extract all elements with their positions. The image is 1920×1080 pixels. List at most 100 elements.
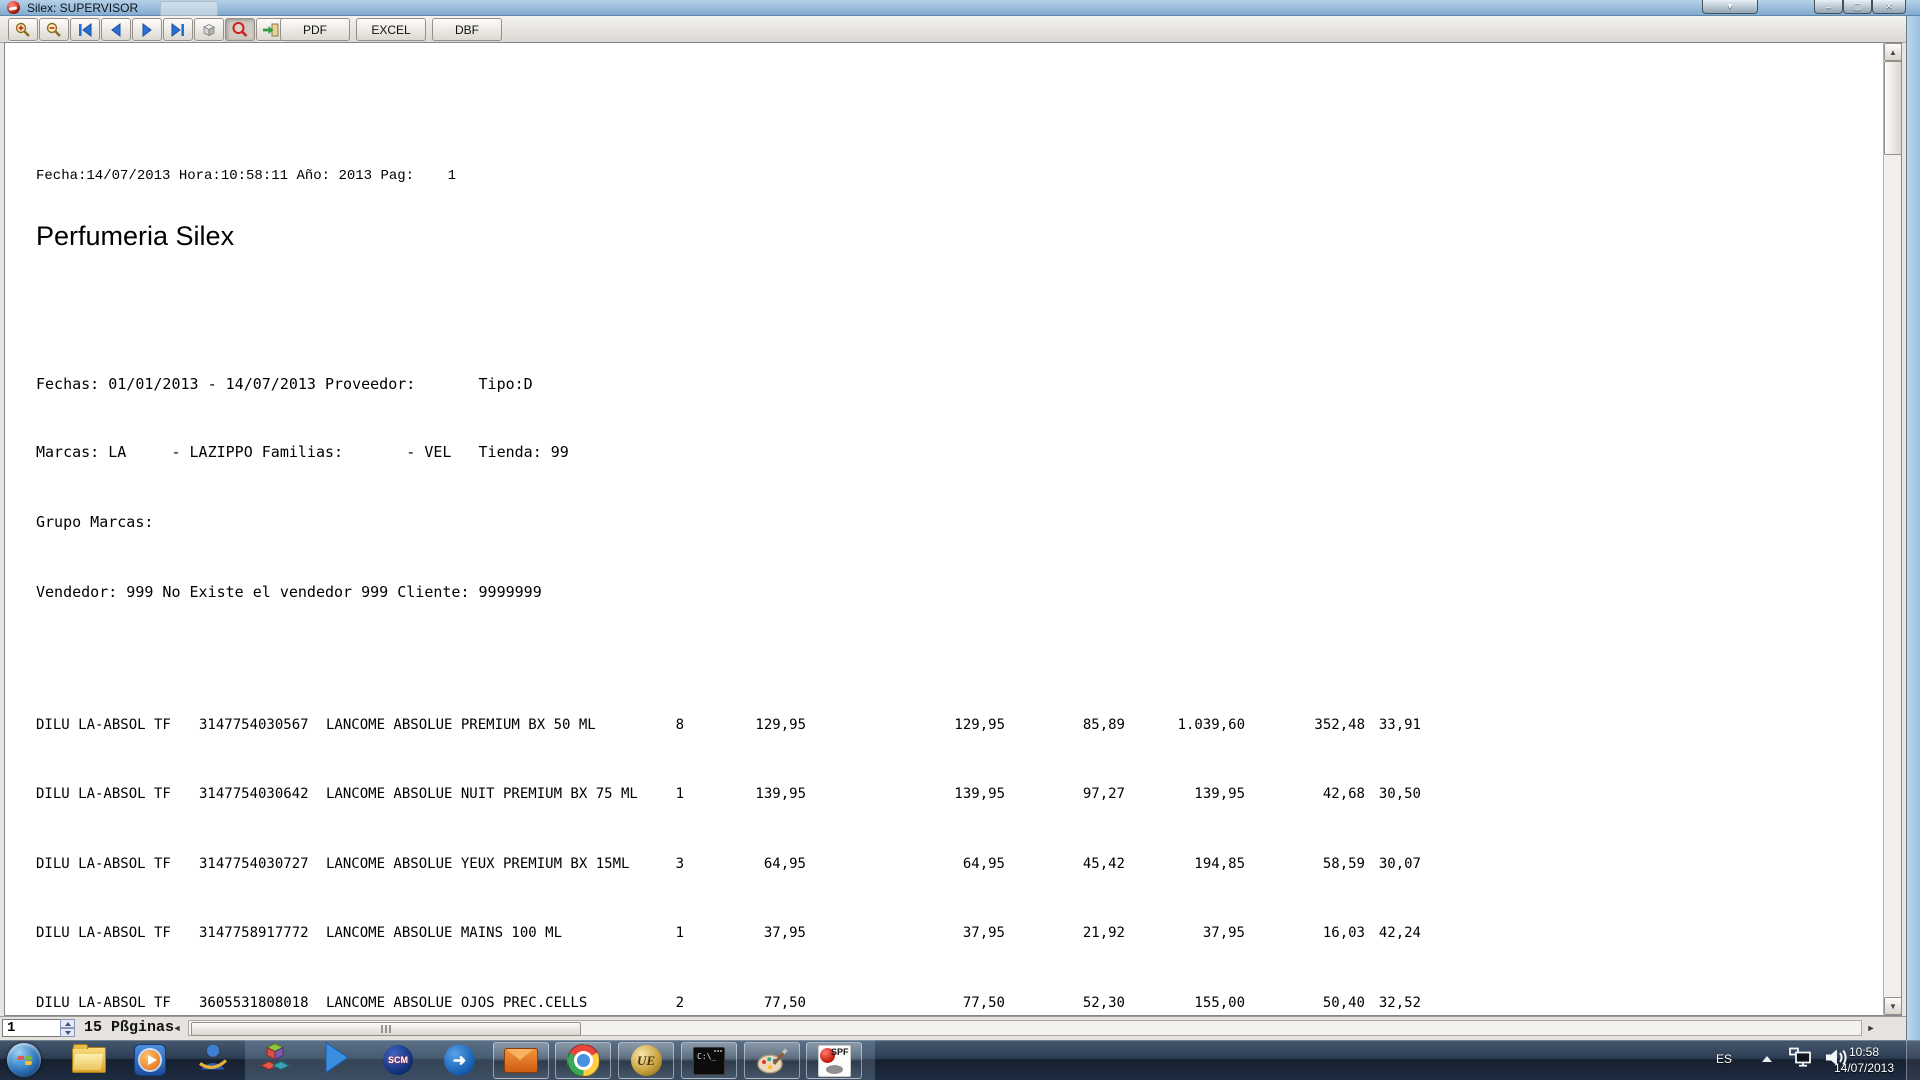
cell-brand: DILU LA-ABSOL TF xyxy=(36,786,171,802)
cubes-app-icon[interactable] xyxy=(259,1042,291,1079)
app-icon xyxy=(7,1,20,14)
paint-palette-icon xyxy=(757,1047,788,1074)
show-desktop-button[interactable] xyxy=(1906,1040,1920,1080)
horizontal-scrollbar[interactable] xyxy=(188,1020,1862,1036)
table-row: DILU LA-ABSOL TF 3147754030567 LANCOME A… xyxy=(5,717,1901,735)
command-prompt-button[interactable]: C:\_ xyxy=(681,1042,737,1079)
page-down-button[interactable] xyxy=(60,1028,75,1037)
media-player-icon[interactable] xyxy=(134,1044,166,1076)
show-hidden-icons-button[interactable] xyxy=(1760,1051,1774,1069)
cell-qty: 1 xyxy=(675,786,684,802)
zoom-in-button[interactable] xyxy=(8,18,38,41)
search-button[interactable] xyxy=(225,18,255,41)
minimize-button[interactable]: – xyxy=(1814,0,1843,14)
cube-icon xyxy=(203,23,215,36)
window-title: Silex: SUPERVISOR xyxy=(27,1,139,15)
scm-app-icon[interactable]: SCM xyxy=(383,1045,413,1075)
tray-date: 14/07/2013 xyxy=(1833,1061,1895,1075)
cell-brand: DILU LA-ABSOL TF xyxy=(36,856,171,872)
table-row: DILU LA-ABSOL TF 3147754030642 LANCOME A… xyxy=(5,786,1901,804)
ultraedit-button[interactable]: UE xyxy=(618,1042,674,1079)
first-page-button[interactable] xyxy=(70,18,100,41)
previous-page-button[interactable] xyxy=(101,18,131,41)
cell-ean: 3147754030727 xyxy=(199,856,309,872)
spf-app-button[interactable]: SPF xyxy=(806,1042,862,1079)
horizontal-scroll-thumb[interactable] xyxy=(191,1022,581,1036)
arrow-circle-icon: ➜ xyxy=(444,1044,475,1076)
zoom-in-icon xyxy=(15,22,30,37)
previous-page-icon xyxy=(111,22,121,37)
play-circle-icon xyxy=(134,1044,166,1076)
titlebar-artifact xyxy=(160,1,218,16)
ultraedit-icon: UE xyxy=(630,1045,662,1076)
print-button[interactable] xyxy=(194,18,224,41)
chrome-icon xyxy=(566,1044,600,1077)
next-page-button[interactable] xyxy=(132,18,162,41)
cell-pct: 42,24 xyxy=(1378,925,1421,941)
mail-app-button[interactable] xyxy=(493,1042,549,1079)
media-play-app-icon[interactable] xyxy=(322,1041,352,1080)
scm-sphere-icon: SCM xyxy=(383,1045,413,1075)
spf-label: SPF xyxy=(830,1046,849,1057)
last-page-button[interactable] xyxy=(163,18,193,41)
vertical-scrollbar[interactable]: ▲ ▼ xyxy=(1883,43,1902,1015)
cell-pvp2: 64,95 xyxy=(962,856,1005,872)
cell-brand: DILU LA-ABSOL TF xyxy=(36,925,171,941)
navigator-app-icon[interactable]: ➜ xyxy=(444,1044,475,1076)
hscroll-left-button[interactable]: ◄ xyxy=(170,1021,184,1035)
start-button[interactable] xyxy=(7,1043,41,1077)
dropdown-button[interactable]: ▾ xyxy=(1702,0,1758,14)
scroll-up-button[interactable]: ▲ xyxy=(1884,43,1902,61)
paint-button[interactable] xyxy=(744,1042,800,1079)
spinner-up-icon xyxy=(64,1021,71,1026)
cell-pvp: 64,95 xyxy=(763,856,806,872)
cell-total: 37,95 xyxy=(1202,925,1245,941)
report-filter-group: Grupo Marcas: xyxy=(36,513,154,531)
cell-pct: 30,50 xyxy=(1378,786,1421,802)
cell-pct: 33,91 xyxy=(1378,717,1421,733)
pages-count-label: 15 Pßginas xyxy=(84,1019,175,1036)
close-button[interactable]: ✕ xyxy=(1872,0,1906,14)
chrome-button[interactable] xyxy=(555,1042,611,1079)
pdf-button-label: PDF xyxy=(303,22,327,37)
scroll-grip-icon xyxy=(380,1025,392,1033)
app-window: PDF EXCEL DBF Fecha:14/07/2013 Hora:10:5… xyxy=(0,16,1907,1040)
language-indicator[interactable]: ES xyxy=(1716,1052,1732,1066)
cell-pvp: 37,95 xyxy=(763,925,806,941)
vertical-scroll-thumb[interactable] xyxy=(1884,61,1902,155)
page-up-button[interactable] xyxy=(60,1019,75,1028)
cell-pvp: 139,95 xyxy=(755,786,806,802)
tray-time: 10:58 xyxy=(1848,1045,1880,1059)
minimize-icon: – xyxy=(1825,1,1831,12)
cell-qty: 2 xyxy=(675,995,684,1011)
screen: Silex: SUPERVISOR ▾ – ▢ ✕ PDF EXCEL DBF … xyxy=(0,0,1920,1080)
titlebar: Silex: SUPERVISOR ▾ – ▢ ✕ xyxy=(0,0,1920,16)
excel-button[interactable]: EXCEL xyxy=(356,18,426,41)
cubes-icon xyxy=(259,1042,291,1071)
tray-clock[interactable]: 10:58 14/07/2013 xyxy=(1826,1044,1902,1076)
dbf-button[interactable]: DBF xyxy=(432,18,502,41)
report-title: Perfumeria Silex xyxy=(36,221,235,251)
page-number-input[interactable]: 1 xyxy=(2,1019,62,1037)
cell-ean: 3147754030642 xyxy=(199,786,309,802)
report-meta-line: Fecha:14/07/2013 Hora:10:58:11 Año: 2013… xyxy=(36,168,457,184)
cell-brand: DILU LA-ABSOL TF xyxy=(36,717,171,733)
hscroll-right-button[interactable]: ► xyxy=(1864,1021,1878,1035)
zoom-out-button[interactable] xyxy=(39,18,69,41)
scroll-down-button[interactable]: ▼ xyxy=(1884,997,1902,1015)
first-page-icon xyxy=(79,22,92,37)
cell-pvp2: 139,95 xyxy=(954,786,1005,802)
windows-flag-icon xyxy=(16,1055,32,1065)
messenger-icon[interactable] xyxy=(196,1042,230,1079)
maximize-icon: ▢ xyxy=(1853,1,1862,11)
scrollbar-corner xyxy=(1888,1018,1906,1038)
windows-explorer-icon[interactable] xyxy=(72,1044,106,1073)
terminal-icon: C:\_ xyxy=(693,1046,725,1075)
network-tray-icon[interactable] xyxy=(1788,1047,1814,1074)
pdf-button[interactable]: PDF xyxy=(280,18,350,41)
cell-ean: 3605531808018 xyxy=(199,995,309,1011)
maximize-button[interactable]: ▢ xyxy=(1843,0,1872,14)
excel-button-label: EXCEL xyxy=(371,22,411,37)
close-icon: ✕ xyxy=(1885,1,1893,11)
report-filter-dates: Fechas: 01/01/2013 - 14/07/2013 Proveedo… xyxy=(36,375,533,393)
